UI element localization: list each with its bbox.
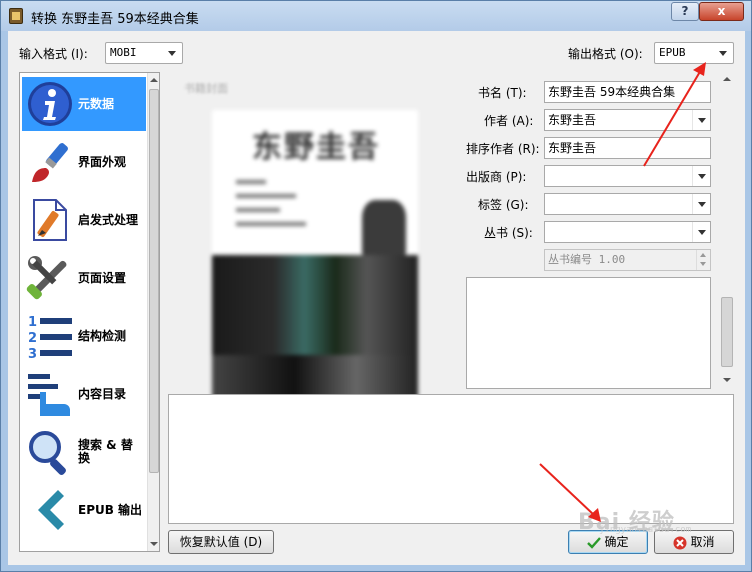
- svg-text:3: 3: [28, 347, 37, 360]
- cancel-button-label: 取消: [690, 535, 715, 549]
- scroll-down-arrow-icon[interactable]: [720, 373, 734, 387]
- sidebar-item-heuristics[interactable]: 启发式处理: [22, 193, 146, 247]
- scroll-down-arrow-icon[interactable]: [148, 537, 159, 551]
- input-format-select[interactable]: MOBI: [105, 42, 183, 64]
- help-button[interactable]: ?: [671, 2, 699, 21]
- input-format-label: 输入格式 (I):: [19, 47, 88, 61]
- chevron-down-icon[interactable]: [692, 110, 710, 130]
- tags-label: 标签 (G):: [478, 198, 529, 212]
- sidebar-item-structure[interactable]: 1 2 3 结构检测: [22, 309, 146, 363]
- series-index-spinbox[interactable]: 丛书编号 1.00: [544, 249, 711, 271]
- spin-up-icon[interactable]: [696, 250, 710, 260]
- comments-editor[interactable]: [466, 277, 711, 389]
- author-value: 东野圭吾: [548, 113, 597, 127]
- cover-label: 书籍封面: [184, 82, 228, 95]
- settings-sidebar: 元数据 界面外观 启发式处理 页面设置 1 2 3 结构检测 内容目录 搜索 &…: [19, 72, 160, 552]
- sidebar-item-page-setup[interactable]: 页面设置: [22, 251, 146, 305]
- author-sort-label: 排序作者 (R):: [466, 142, 540, 156]
- tags-field[interactable]: [544, 193, 711, 215]
- sidebar-item-label: 界面外观: [78, 154, 127, 169]
- calibre-app-icon: [9, 8, 23, 24]
- svg-text:1: 1: [28, 315, 37, 330]
- checkmark-icon: [587, 536, 602, 549]
- restore-defaults-button[interactable]: 恢复默认值 (D): [168, 530, 274, 554]
- chevron-left-icon: [38, 490, 64, 530]
- scroll-up-arrow-icon[interactable]: [148, 73, 159, 87]
- dialog-client-area: 输入格式 (I): MOBI 输出格式 (O): EPUB 元数据 界面外观 启…: [8, 31, 745, 565]
- scrollbar-thumb[interactable]: [721, 297, 733, 367]
- sidebar-item-label: 搜索 & 替换: [78, 438, 133, 465]
- watermark-url: jingyan.baidu.com: [599, 525, 692, 535]
- sidebar-item-label: 内容目录: [78, 386, 127, 401]
- publisher-label: 出版商 (P):: [466, 170, 527, 184]
- sidebar-item-toc[interactable]: 内容目录: [22, 367, 146, 421]
- author-label: 作者 (A):: [484, 114, 534, 128]
- document-pen-icon: [33, 199, 67, 241]
- output-format-select[interactable]: EPUB: [654, 42, 734, 64]
- metadata-scrollbar[interactable]: [720, 72, 734, 387]
- numbered-list-icon: 1 2 3: [28, 315, 72, 360]
- cover-text-line: [236, 180, 266, 184]
- author-field[interactable]: 东野圭吾: [544, 109, 711, 131]
- author-sort-field[interactable]: 东野圭吾: [544, 137, 711, 159]
- magnifier-icon: [29, 431, 66, 475]
- title-field[interactable]: 东野圭吾 59本经典合集: [544, 81, 711, 103]
- title-label: 书名 (T):: [478, 86, 527, 100]
- sidebar-item-metadata[interactable]: 元数据: [22, 77, 146, 131]
- cover-text-line: [236, 194, 296, 198]
- chevron-down-icon[interactable]: [692, 222, 710, 242]
- spin-down-icon[interactable]: [696, 260, 710, 270]
- cover-panel: 书籍封面 东野圭吾: [168, 72, 463, 424]
- output-format-value: EPUB: [659, 46, 686, 59]
- scroll-up-arrow-icon[interactable]: [720, 72, 734, 86]
- chevron-down-icon[interactable]: [692, 166, 710, 186]
- sidebar-item-label: 页面设置: [78, 270, 127, 285]
- convert-dialog-window: 转换 东野圭吾 59本经典合集 ? x 输入格式 (I): MOBI 输出格式 …: [0, 0, 752, 572]
- chevron-down-icon: [713, 43, 733, 63]
- ok-button-label: 确定: [604, 535, 629, 549]
- sidebar-item-label: EPUB 输出: [78, 502, 143, 517]
- cover-text-line: [236, 222, 306, 226]
- series-field[interactable]: [544, 221, 711, 243]
- wrench-screwdriver-icon: [26, 256, 67, 300]
- sidebar-item-label: 元数据: [78, 96, 115, 111]
- sidebar-item-look-feel[interactable]: 界面外观: [22, 135, 146, 189]
- cancel-icon: [673, 536, 687, 549]
- info-icon: [28, 82, 72, 126]
- paintbrush-icon: [32, 143, 68, 182]
- sidebar-item-label: 启发式处理: [78, 212, 139, 227]
- input-format-value: MOBI: [110, 46, 137, 59]
- chevron-down-icon[interactable]: [692, 194, 710, 214]
- sidebar-scrollbar[interactable]: [147, 73, 159, 551]
- publisher-field[interactable]: [544, 165, 711, 187]
- svg-text:2: 2: [28, 331, 37, 346]
- sidebar-item-label: 结构检测: [78, 328, 127, 343]
- cover-author-photo: [362, 200, 406, 258]
- window-title: 转换 东野圭吾 59本经典合集: [31, 12, 199, 27]
- close-button[interactable]: x: [699, 2, 744, 21]
- output-format-label: 输出格式 (O):: [568, 47, 643, 61]
- cover-text-line: [236, 208, 280, 212]
- sidebar-item-epub-output[interactable]: EPUB 输出: [22, 483, 146, 537]
- title-bar: 转换 东野圭吾 59本经典合集 ? x: [1, 1, 751, 31]
- sidebar-item-search-replace[interactable]: 搜索 & 替换: [22, 425, 146, 479]
- book-cover-image[interactable]: 东野圭吾: [212, 110, 418, 410]
- series-label: 丛书 (S):: [484, 226, 533, 240]
- cover-title: 东野圭吾: [252, 130, 380, 165]
- chevron-down-icon: [162, 43, 182, 63]
- series-index-value: 丛书编号 1.00: [548, 253, 626, 266]
- toc-hand-icon: [28, 374, 70, 416]
- scrollbar-thumb[interactable]: [149, 89, 159, 473]
